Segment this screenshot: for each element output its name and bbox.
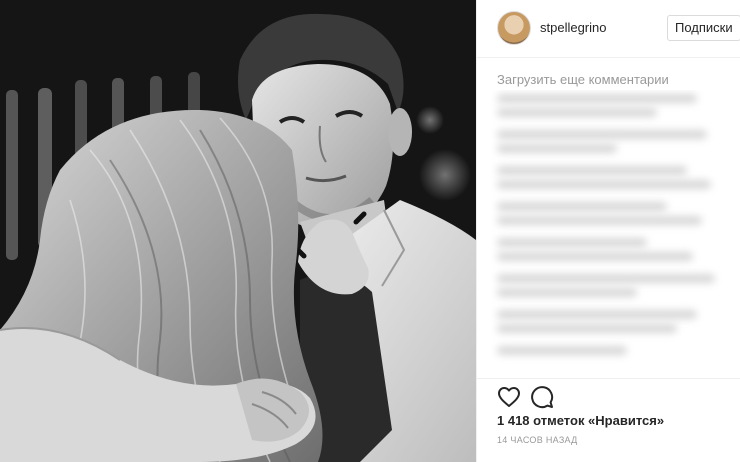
following-button[interactable]: Подписки	[667, 15, 740, 41]
username-link[interactable]: stpellegrino	[540, 20, 607, 35]
post-header: stpellegrino Подписки	[477, 0, 740, 58]
comment-icon[interactable]	[530, 385, 554, 409]
comments-list-blurred	[491, 90, 727, 372]
post-sidebar: stpellegrino Подписки Загрузить еще комм…	[476, 0, 740, 462]
avatar[interactable]	[497, 11, 531, 45]
load-more-comments-link[interactable]: Загрузить еще комментарии	[497, 72, 669, 87]
heart-icon[interactable]	[497, 385, 521, 409]
post-photo-image	[0, 0, 476, 462]
likes-count[interactable]: 1 418 отметок «Нравится»	[497, 413, 664, 428]
post-actions: 1 418 отметок «Нравится» 14 часов назад	[477, 378, 740, 462]
post-timestamp[interactable]: 14 часов назад	[497, 435, 578, 445]
post-photo[interactable]	[0, 0, 476, 462]
